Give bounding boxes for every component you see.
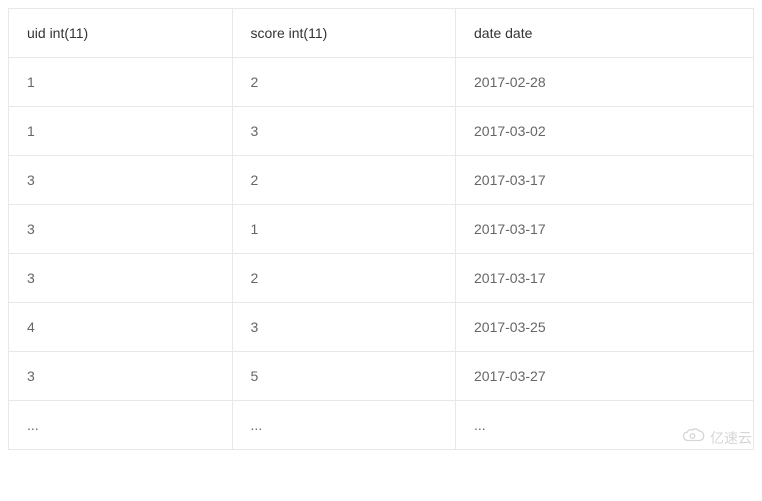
table-row: 1 2 2017-02-28: [9, 58, 754, 107]
cell-score: 2: [232, 58, 456, 107]
cell-score: 3: [232, 303, 456, 352]
cell-score: 3: [232, 107, 456, 156]
cell-score: 1: [232, 205, 456, 254]
cell-uid: 3: [9, 156, 233, 205]
table-row: 3 5 2017-03-27: [9, 352, 754, 401]
cell-date: 2017-03-17: [456, 156, 754, 205]
column-header-uid: uid int(11): [9, 9, 233, 58]
data-table: uid int(11) score int(11) date date 1 2 …: [8, 8, 754, 450]
cell-uid: 3: [9, 254, 233, 303]
cell-score: 2: [232, 254, 456, 303]
table-row: 1 3 2017-03-02: [9, 107, 754, 156]
table-header-row: uid int(11) score int(11) date date: [9, 9, 754, 58]
table-row: 3 2 2017-03-17: [9, 156, 754, 205]
table-row: ... ... ...: [9, 401, 754, 450]
cell-date: 2017-03-17: [456, 254, 754, 303]
cell-date: 2017-03-25: [456, 303, 754, 352]
cell-uid: 3: [9, 352, 233, 401]
cell-uid: 4: [9, 303, 233, 352]
table-row: 4 3 2017-03-25: [9, 303, 754, 352]
cell-date: 2017-03-17: [456, 205, 754, 254]
cell-uid: 1: [9, 107, 233, 156]
cell-score: 5: [232, 352, 456, 401]
cell-score: 2: [232, 156, 456, 205]
cell-date: 2017-03-27: [456, 352, 754, 401]
column-header-date: date date: [456, 9, 754, 58]
cell-date: 2017-02-28: [456, 58, 754, 107]
cell-uid: 1: [9, 58, 233, 107]
cell-uid: 3: [9, 205, 233, 254]
column-header-score: score int(11): [232, 9, 456, 58]
cell-date: 2017-03-02: [456, 107, 754, 156]
cell-score: ...: [232, 401, 456, 450]
cell-uid: ...: [9, 401, 233, 450]
cell-date: ...: [456, 401, 754, 450]
table-row: 3 2 2017-03-17: [9, 254, 754, 303]
table-row: 3 1 2017-03-17: [9, 205, 754, 254]
